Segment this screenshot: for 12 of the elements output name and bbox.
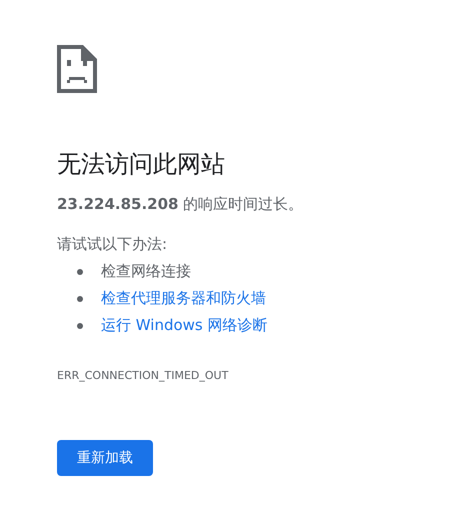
error-code: ERR_CONNECTION_TIMED_OUT	[57, 369, 230, 382]
error-summary: 23.224.85.208 的响应时间过长。	[57, 194, 304, 214]
bullet-icon	[77, 322, 83, 328]
suggestion-text: 检查网络连接	[101, 262, 191, 281]
suggestion-link[interactable]: 检查代理服务器和防火墙	[101, 289, 266, 308]
bullet-icon	[77, 296, 83, 302]
suggestion-link[interactable]: 运行 Windows 网络诊断	[101, 316, 268, 335]
reload-button[interactable]: 重新加载	[57, 440, 153, 476]
error-heading: 无法访问此网站	[57, 149, 226, 180]
suggestions-intro: 请试试以下办法:	[57, 234, 168, 254]
sad-page-icon	[57, 45, 97, 93]
bullet-icon	[77, 268, 83, 274]
